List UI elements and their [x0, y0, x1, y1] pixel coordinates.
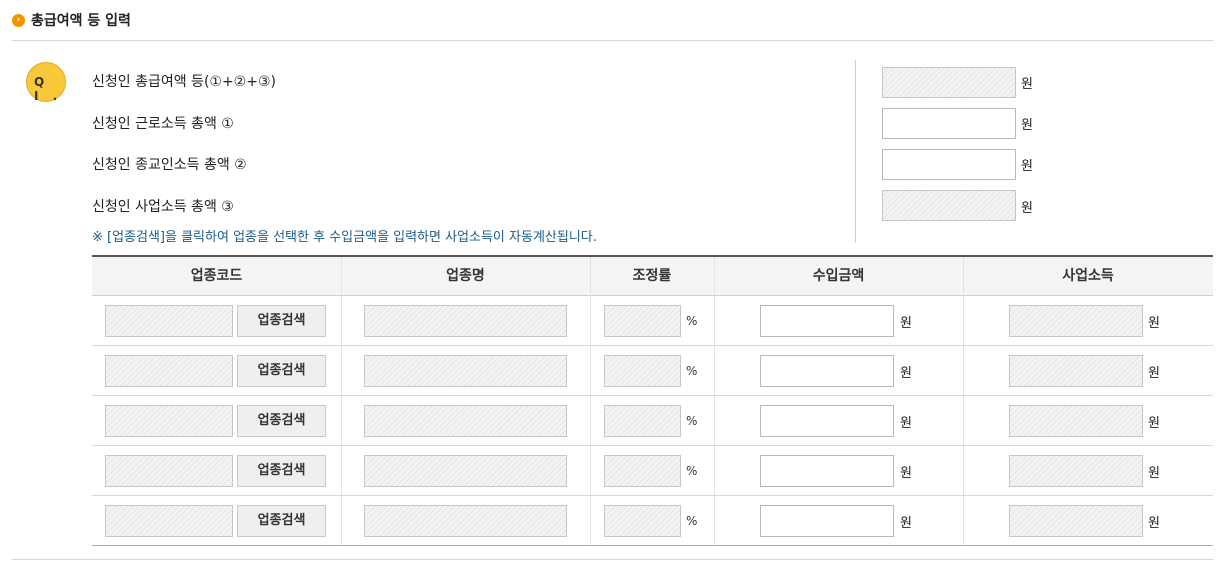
table-top-border: [92, 255, 1213, 257]
income-field[interactable]: [760, 455, 894, 487]
code-field: [105, 305, 233, 337]
question-badge-icon: Q I .: [26, 62, 66, 103]
header-business-income: 사업소득: [1062, 268, 1114, 284]
income-field[interactable]: [760, 305, 894, 337]
income-unit: 원: [900, 416, 912, 431]
wage-label: 신청인 근로소득 총액 ①: [92, 116, 234, 132]
row-divider: [92, 345, 1213, 346]
income-field[interactable]: [760, 405, 894, 437]
industry-search-button[interactable]: 업종검색: [237, 305, 326, 337]
percent-sign: %: [686, 414, 698, 428]
header-divider: [12, 40, 1213, 41]
section-header: › 총급여액 등 입력: [12, 10, 131, 30]
chevron-right-icon: ›: [12, 13, 25, 27]
column-divider: [963, 257, 964, 545]
code-field: [105, 355, 233, 387]
industry-search-button[interactable]: 업종검색: [237, 405, 326, 437]
vertical-divider: [855, 60, 856, 243]
industry-name-field: [364, 405, 567, 437]
column-divider: [341, 257, 342, 545]
business-income-field: [1009, 355, 1143, 387]
column-divider: [714, 257, 715, 545]
income-unit: 원: [900, 466, 912, 481]
percent-sign: %: [686, 364, 698, 378]
code-field: [105, 505, 233, 537]
header-code: 업종코드: [190, 268, 243, 284]
code-field: [105, 455, 233, 487]
business-unit: 원: [1021, 201, 1033, 216]
question-badge-label: Q I .: [34, 75, 63, 103]
rate-field: [604, 455, 681, 487]
industry-search-button[interactable]: 업종검색: [237, 455, 326, 487]
wage-unit: 원: [1021, 118, 1033, 133]
income-unit: 원: [900, 516, 912, 531]
industry-name-field: [364, 305, 567, 337]
industry-search-button[interactable]: 업종검색: [237, 355, 326, 387]
income-field[interactable]: [760, 505, 894, 537]
industry-name-field: [364, 455, 567, 487]
column-divider: [590, 257, 591, 545]
business-income-field: [1009, 305, 1143, 337]
total-field: [882, 67, 1016, 98]
business-income-unit: 원: [1148, 316, 1160, 331]
row-divider: [92, 495, 1213, 496]
business-field: [882, 190, 1016, 221]
wage-field[interactable]: [882, 108, 1016, 139]
notice-text: ※ [업종검색]을 클릭하여 업종을 선택한 후 수입금액을 입력하면 사업소득…: [92, 230, 597, 245]
business-income-unit: 원: [1148, 516, 1160, 531]
business-income-field: [1009, 405, 1143, 437]
header-rate: 조정률: [632, 268, 672, 284]
rate-field: [604, 505, 681, 537]
table-bottom-border: [92, 545, 1213, 546]
business-label: 신청인 사업소득 총액 ③: [92, 199, 234, 215]
section-title: 총급여액 등 입력: [31, 13, 131, 29]
row-divider: [92, 445, 1213, 446]
rate-field: [604, 405, 681, 437]
income-unit: 원: [900, 366, 912, 381]
footer-divider: [12, 559, 1213, 560]
religious-field[interactable]: [882, 149, 1016, 180]
business-income-unit: 원: [1148, 366, 1160, 381]
business-income-unit: 원: [1148, 416, 1160, 431]
header-income: 수입금액: [812, 268, 865, 284]
business-income-field: [1009, 505, 1143, 537]
total-label: 신청인 총급여액 등(①+②+③): [92, 74, 276, 90]
table-header-border: [92, 295, 1213, 296]
income-field[interactable]: [760, 355, 894, 387]
business-income-field: [1009, 455, 1143, 487]
code-field: [105, 405, 233, 437]
business-income-unit: 원: [1148, 466, 1160, 481]
rate-field: [604, 355, 681, 387]
percent-sign: %: [686, 464, 698, 478]
percent-sign: %: [686, 314, 698, 328]
total-unit: 원: [1021, 77, 1033, 92]
religious-label: 신청인 종교인소득 총액 ②: [92, 157, 247, 173]
religious-unit: 원: [1021, 159, 1033, 174]
rate-field: [604, 305, 681, 337]
industry-name-field: [364, 355, 567, 387]
industry-name-field: [364, 505, 567, 537]
row-divider: [92, 395, 1213, 396]
industry-search-button[interactable]: 업종검색: [237, 505, 326, 537]
percent-sign: %: [686, 514, 698, 528]
income-unit: 원: [900, 316, 912, 331]
header-name: 업종명: [446, 268, 485, 284]
